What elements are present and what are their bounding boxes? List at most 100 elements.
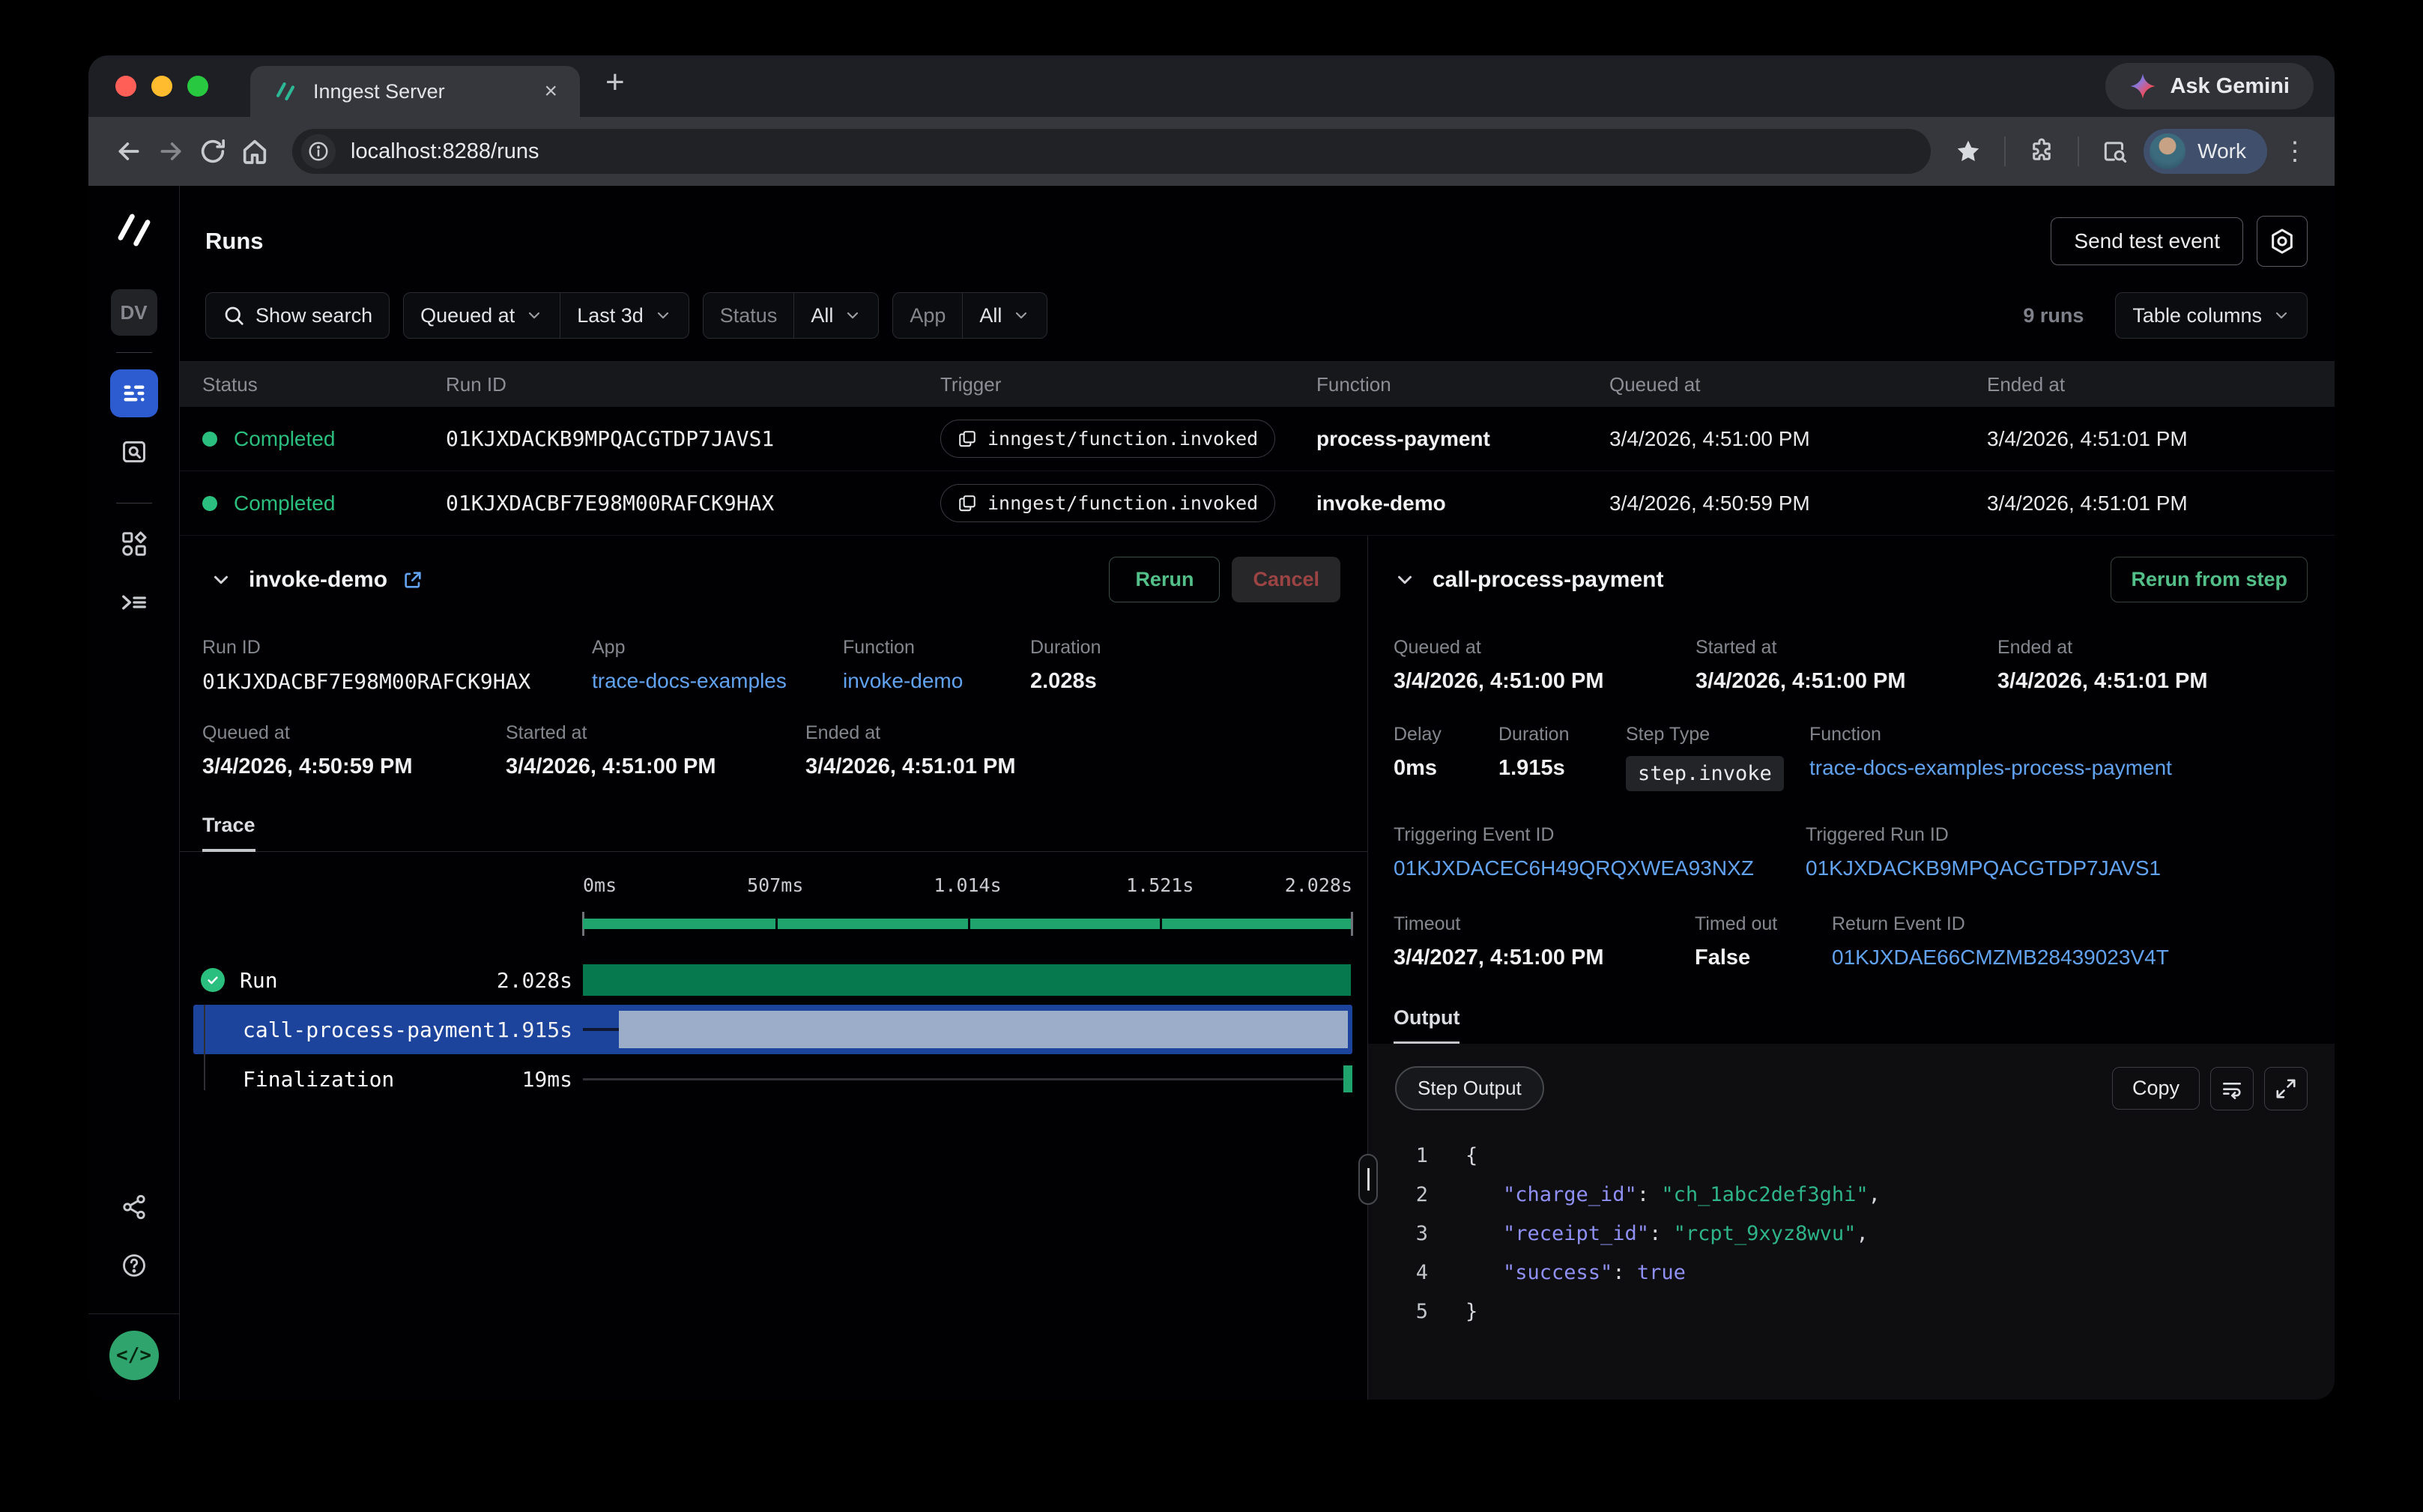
word-wrap-button[interactable] xyxy=(2210,1067,2254,1110)
step-type-badge: step.invoke xyxy=(1626,756,1784,791)
line-number: 1 xyxy=(1395,1144,1428,1167)
triggering-event-id-link[interactable]: 01KJXDACEC6H49QRQXWEA93NXZ xyxy=(1394,856,1806,880)
cancel-button[interactable]: Cancel xyxy=(1232,557,1340,602)
app-filter-label: App xyxy=(893,293,962,338)
app-filter-dropdown[interactable]: App All xyxy=(892,292,1047,339)
status-filter-dropdown[interactable]: Status All xyxy=(703,292,880,339)
run-detail-pane: invoke-demo Rerun Cancel Run ID01KJXDACB… xyxy=(180,536,1368,1400)
table-columns-dropdown[interactable]: Table columns xyxy=(2115,292,2308,339)
step-duration-bar[interactable] xyxy=(619,1011,1348,1048)
app-link[interactable]: trace-docs-examples xyxy=(592,669,843,693)
function-link[interactable]: trace-docs-examples-process-payment xyxy=(1809,756,2335,780)
sidebar-item-apps[interactable] xyxy=(110,520,158,568)
search-tabs-icon[interactable] xyxy=(2094,130,2136,172)
send-test-event-button[interactable]: Send test event xyxy=(2051,217,2243,265)
minimize-window-button[interactable] xyxy=(151,76,172,97)
rerun-from-step-button[interactable]: Rerun from step xyxy=(2111,557,2308,602)
pane-resize-handle[interactable] xyxy=(1358,1154,1378,1205)
ended-at-cell: 3/4/2026, 4:51:01 PM xyxy=(1987,427,2335,451)
trace-span-call-process-payment[interactable]: call-process-payment 1.915s xyxy=(193,1005,1352,1054)
column-header-ended-at[interactable]: Ended at xyxy=(1987,373,2335,396)
extensions-icon[interactable] xyxy=(2021,130,2063,172)
output-code-block[interactable]: 1{ 2"charge_id": "ch_1abc2def3ghi", 3"re… xyxy=(1395,1136,2308,1331)
copy-button[interactable]: Copy xyxy=(2112,1067,2200,1110)
triggered-run-id-link[interactable]: 01KJXDACKB9MPQACGTDP7JAVS1 xyxy=(1806,856,2335,880)
dev-mode-button[interactable]: </> xyxy=(109,1331,159,1380)
code-token: } xyxy=(1465,1300,1477,1323)
code-token: , xyxy=(1869,1183,1881,1206)
table-row[interactable]: Completed 01KJXDACBF7E98M00RAFCK9HAX inn… xyxy=(180,471,2335,536)
ended-at-value: 3/4/2026, 4:51:01 PM xyxy=(1997,669,2335,694)
zoom-window-button[interactable] xyxy=(187,76,208,97)
run-title: invoke-demo xyxy=(249,567,387,593)
queued-at-value: 3/4/2026, 4:50:59 PM xyxy=(202,755,506,779)
column-header-trigger[interactable]: Trigger xyxy=(940,373,1316,396)
sidebar-item-runs[interactable] xyxy=(110,369,158,417)
started-at-label: Started at xyxy=(1696,637,1997,659)
column-header-queued-at[interactable]: Queued at xyxy=(1609,373,1987,396)
profile-chip[interactable]: Work xyxy=(2144,129,2267,174)
run-id-value: 01KJXDACBF7E98M00RAFCK9HAX xyxy=(202,669,592,694)
return-event-id-link[interactable]: 01KJXDAE66CMZMB28439023V4T xyxy=(1832,946,2335,970)
time-range-dropdown[interactable]: Last 3d xyxy=(560,293,689,338)
settings-gear-button[interactable] xyxy=(2257,216,2308,267)
sidebar-item-help[interactable] xyxy=(110,1242,158,1289)
back-icon[interactable] xyxy=(108,130,150,172)
trace-span-run[interactable]: Run 2.028s xyxy=(193,955,1352,1005)
url-text[interactable]: localhost:8288/runs xyxy=(351,139,539,164)
rerun-button[interactable]: Rerun xyxy=(1109,557,1220,602)
output-section: Step Output Copy 1{ 2"charge_id": "ch_1a… xyxy=(1368,1044,2335,1400)
axis-tick: 1.014s xyxy=(934,874,1001,896)
column-header-status[interactable]: Status xyxy=(202,373,446,396)
ended-at-label: Ended at xyxy=(805,722,1367,744)
sidebar-divider xyxy=(116,352,152,353)
run-id-cell: 01KJXDACBF7E98M00RAFCK9HAX xyxy=(446,491,940,515)
run-duration-bar[interactable] xyxy=(583,964,1351,996)
trace-span-finalization[interactable]: Finalization 19ms xyxy=(193,1054,1352,1104)
queued-at-label: Queued at xyxy=(202,722,506,744)
span-duration: 2.028s xyxy=(497,968,583,993)
triggered-run-id-label: Triggered Run ID xyxy=(1806,824,2335,846)
collapse-chevron-icon[interactable] xyxy=(210,569,232,591)
expand-button[interactable] xyxy=(2264,1067,2308,1110)
home-icon[interactable] xyxy=(234,130,276,172)
browser-tab[interactable]: Inngest Server × xyxy=(250,66,580,117)
url-bar[interactable]: localhost:8288/runs xyxy=(292,129,1931,174)
sidebar-item-share[interactable] xyxy=(110,1183,158,1231)
collapse-chevron-icon[interactable] xyxy=(1394,569,1416,591)
started-at-value: 3/4/2026, 4:51:00 PM xyxy=(506,755,805,779)
column-header-run-id[interactable]: Run ID xyxy=(446,373,940,396)
timeline-minimap[interactable] xyxy=(583,910,1352,937)
column-header-function[interactable]: Function xyxy=(1316,373,1609,396)
step-output-toggle[interactable]: Step Output xyxy=(1395,1066,1544,1110)
sidebar-item-dev-server[interactable] xyxy=(110,578,158,626)
browser-menu-icon[interactable]: ⋮ xyxy=(2275,136,2315,166)
close-window-button[interactable] xyxy=(115,76,136,97)
finalization-bar[interactable] xyxy=(1343,1065,1352,1092)
app-filter-value: All xyxy=(979,304,1002,327)
function-link[interactable]: invoke-demo xyxy=(843,669,1030,693)
forward-icon[interactable] xyxy=(150,130,192,172)
tab-output[interactable]: Output xyxy=(1394,1006,1459,1044)
external-link-icon[interactable] xyxy=(401,568,425,592)
tab-trace[interactable]: Trace xyxy=(202,814,255,852)
show-search-label: Show search xyxy=(255,304,372,327)
queued-at-cell: 3/4/2026, 4:51:00 PM xyxy=(1609,427,1987,451)
close-tab-icon[interactable]: × xyxy=(538,79,563,104)
sort-field-dropdown[interactable]: Queued at xyxy=(404,293,560,338)
line-number: 4 xyxy=(1395,1261,1428,1284)
site-info-icon[interactable] xyxy=(301,134,336,169)
duration-label: Duration xyxy=(1030,637,1367,659)
reload-icon[interactable] xyxy=(192,130,234,172)
workspace-badge[interactable]: DV xyxy=(111,289,157,336)
new-tab-button[interactable]: + xyxy=(605,64,625,101)
line-number: 3 xyxy=(1395,1222,1428,1245)
delay-label: Delay xyxy=(1394,724,1498,746)
bookmark-star-icon[interactable] xyxy=(1947,130,1989,172)
sidebar-item-events[interactable] xyxy=(110,428,158,476)
show-search-button[interactable]: Show search xyxy=(205,292,390,339)
triggering-event-id-label: Triggering Event ID xyxy=(1394,824,1806,846)
table-row[interactable]: Completed 01KJXDACKB9MPQACGTDP7JAVS1 inn… xyxy=(180,407,2335,471)
ask-gemini-button[interactable]: Ask Gemini xyxy=(2105,63,2314,109)
line-number: 2 xyxy=(1395,1183,1428,1206)
